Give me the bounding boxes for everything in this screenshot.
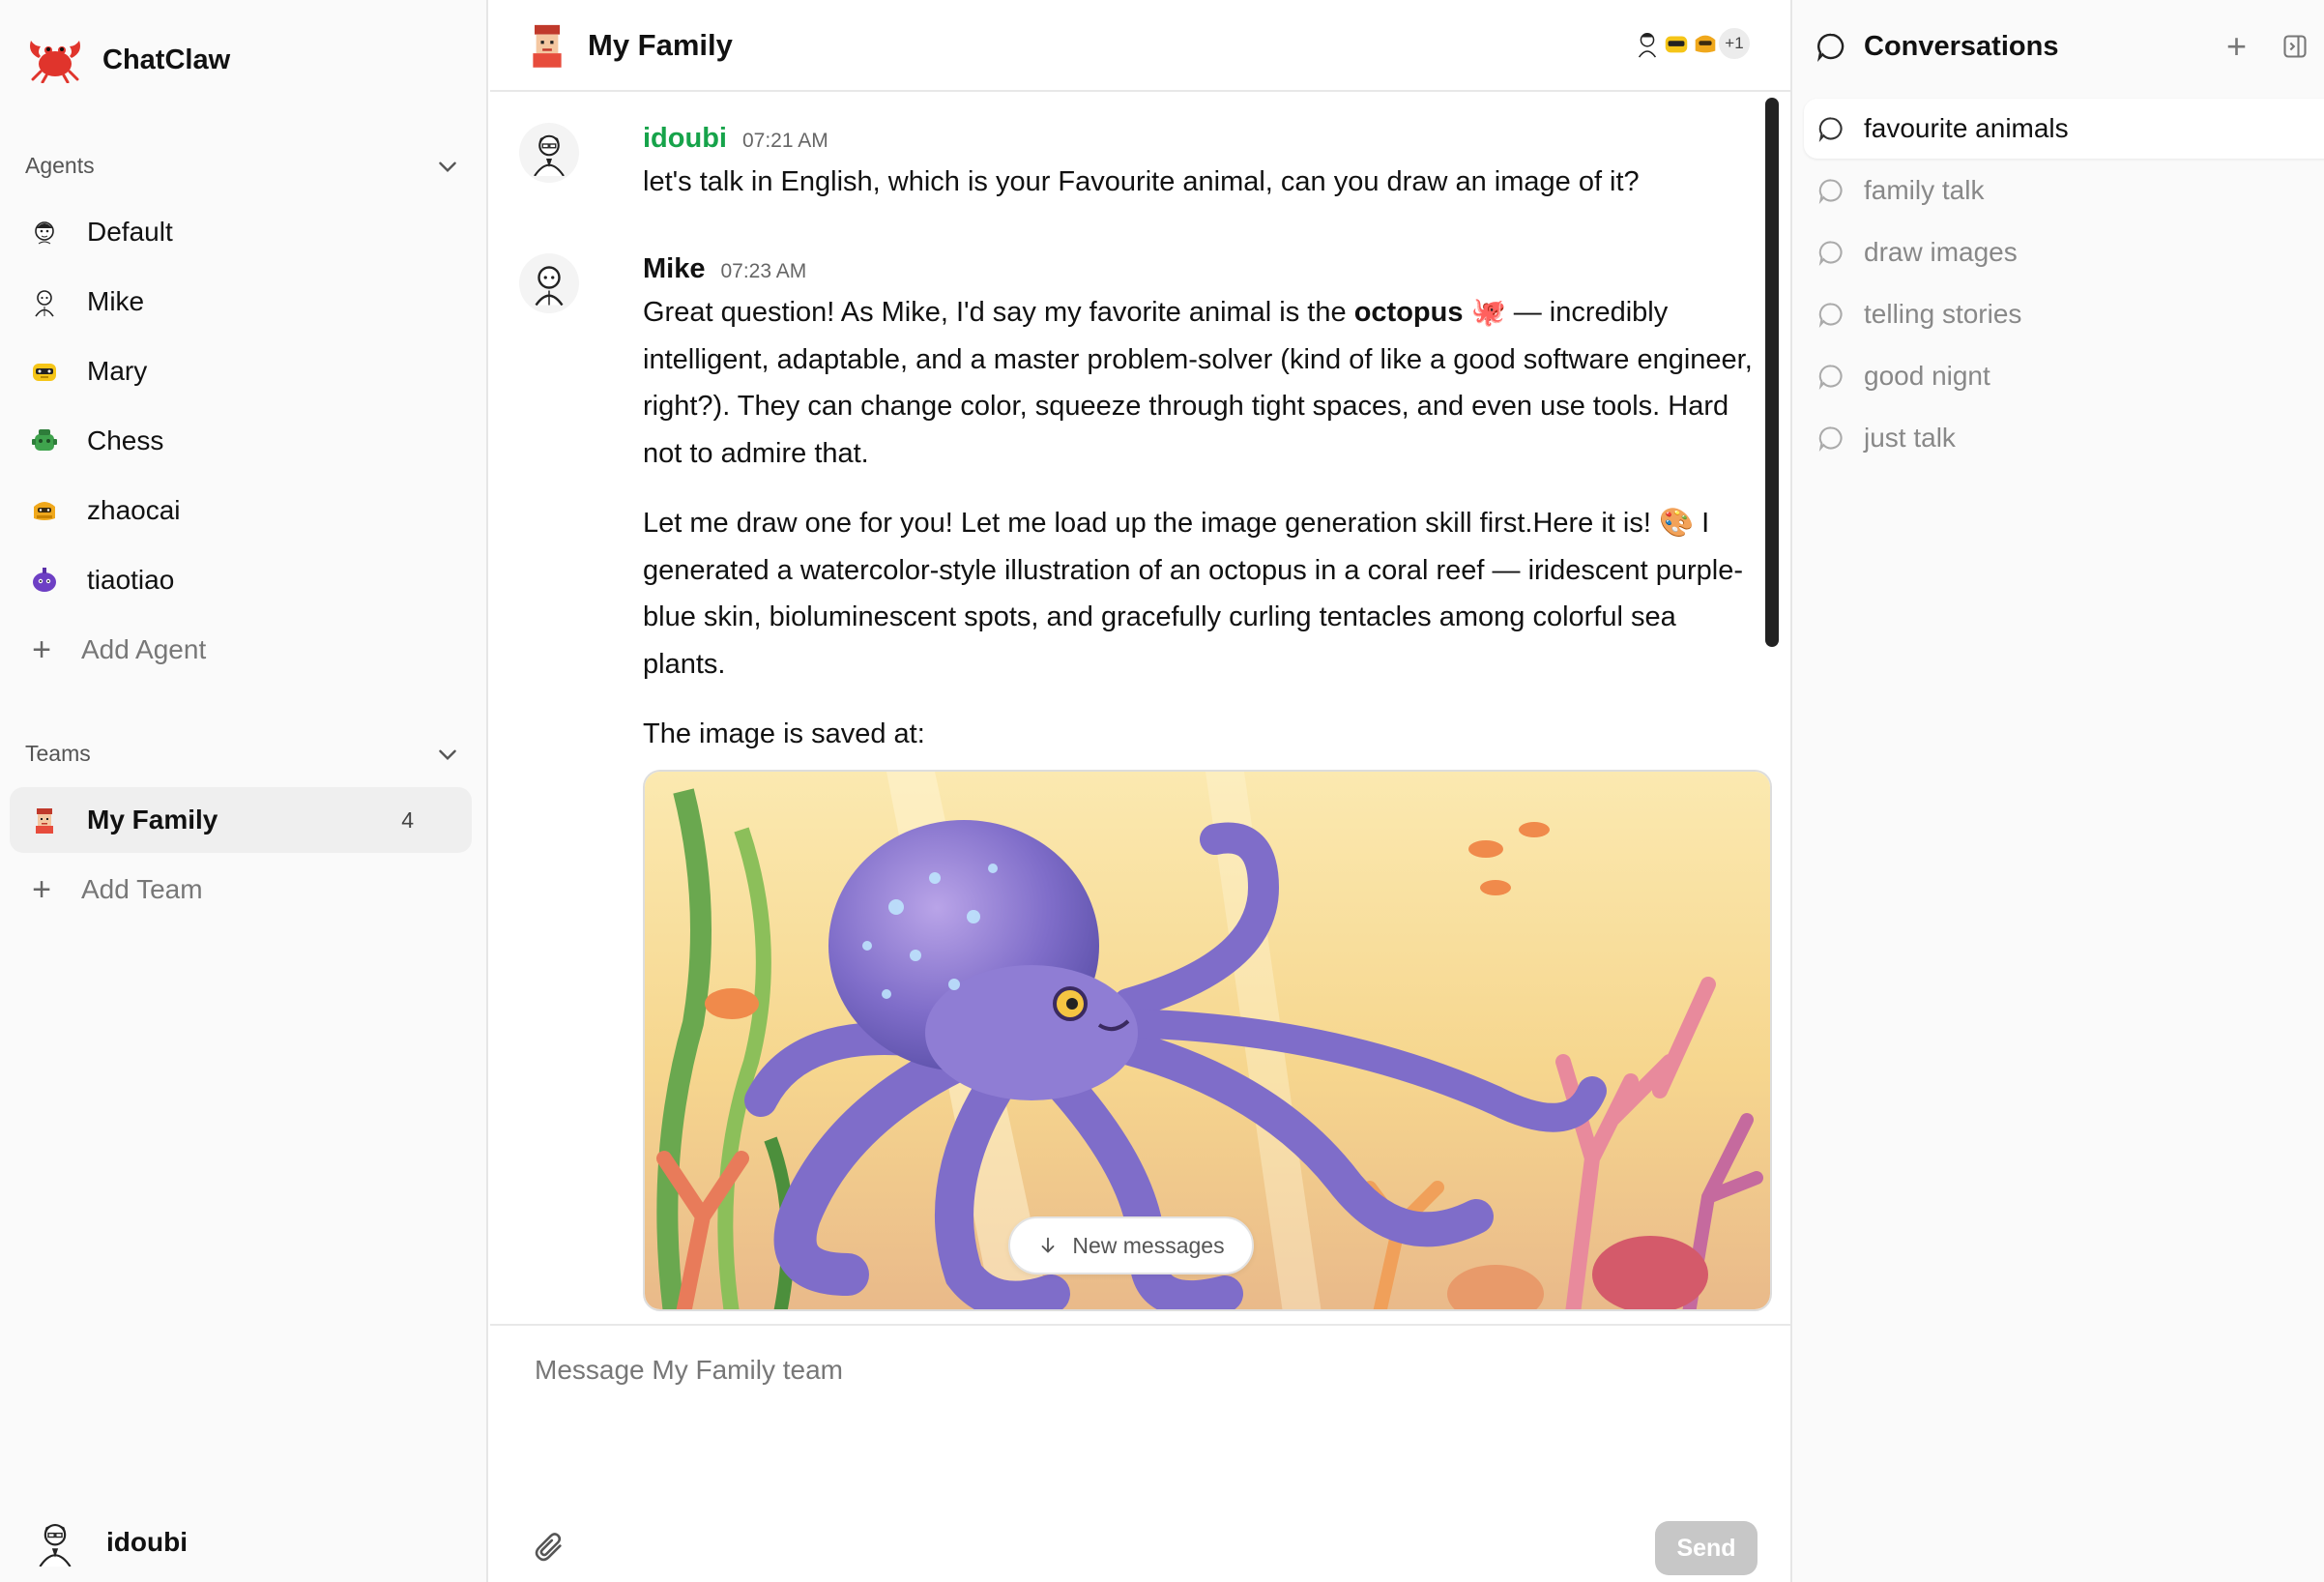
sidebar-item-agent-default[interactable]: Default <box>10 199 472 265</box>
chat-header: My Family +1 <box>490 0 1790 92</box>
member-count-badge: 4 <box>401 806 414 833</box>
conversation-label: favourite animals <box>1864 113 2069 143</box>
plus-icon: + <box>32 631 51 668</box>
chat-bubble-icon <box>1818 179 1843 204</box>
chat-bubble-icon <box>1818 365 1843 390</box>
message-text-segment: Great question! As Mike, I'd say my favo… <box>643 297 1354 328</box>
brand[interactable]: ChatClaw <box>25 33 230 88</box>
sketch-man-icon <box>27 284 62 319</box>
sidebar-item-label: Mary <box>87 356 148 386</box>
message-author: Mike <box>643 253 706 284</box>
member-avatars[interactable]: +1 <box>1630 26 1752 61</box>
sidebar-item-agent-zhaocai[interactable]: zhaocai <box>10 478 472 543</box>
conversation-label: draw images <box>1864 237 2018 267</box>
message-paragraph: Let me draw one for you! Let me load up … <box>643 508 1744 680</box>
conversations-heading: Conversations <box>1864 30 2059 62</box>
conversations-header: Conversations + <box>1816 27 2309 66</box>
more-members-badge: +1 <box>1717 26 1752 61</box>
message-input[interactable] <box>535 1355 1743 1471</box>
message-composer: Send <box>490 1324 1790 1582</box>
agent-list: Default Mike Mary Chess zhaocai tiaotiao <box>10 199 472 687</box>
new-messages-label: New messages <box>1072 1232 1225 1258</box>
chat-bubble-icon <box>1818 303 1843 328</box>
current-user-name: idoubi <box>106 1527 188 1557</box>
add-team-button[interactable]: + Add Team <box>10 857 472 923</box>
sketch-face-icon <box>27 215 62 249</box>
sidebar-item-label: zhaocai <box>87 495 181 525</box>
chat-panel: My Family +1 idoubi 07:21 AM let's talk … <box>490 0 1790 1582</box>
conversation-item[interactable]: just talk <box>1804 408 2324 468</box>
message-author: idoubi <box>643 123 727 154</box>
pixel-family-icon <box>27 803 62 837</box>
yellow-robot-icon <box>27 354 62 389</box>
crab-logo-icon <box>25 33 85 88</box>
chat-bubble-icon <box>1818 117 1843 142</box>
message-item: Mike 07:23 AM Great question! As Mike, I… <box>519 253 1772 1324</box>
sidebar-item-label: tiaotiao <box>87 565 175 595</box>
conversation-label: telling stories <box>1864 299 2022 329</box>
purple-robot-icon <box>27 563 62 598</box>
agents-section-header[interactable]: Agents <box>25 153 460 179</box>
conversation-item[interactable]: family talk <box>1804 161 2324 220</box>
teams-heading: Teams <box>25 741 91 766</box>
conversation-label: just talk <box>1864 423 1956 453</box>
conversation-list: favourite animals family talk draw image… <box>1804 99 2324 470</box>
message-text: let's talk in English, which is your Fav… <box>643 166 1640 197</box>
send-button[interactable]: Send <box>1655 1521 1758 1575</box>
new-messages-button[interactable]: New messages <box>1008 1216 1254 1274</box>
chat-bubble-icon <box>1818 426 1843 452</box>
chat-title: My Family <box>588 27 733 62</box>
user-avatar[interactable] <box>519 123 579 183</box>
chat-bubble-icon <box>1818 241 1843 266</box>
conversation-label: good nignt <box>1864 361 1990 391</box>
left-sidebar: ChatClaw Agents Default Mike Mary Chess <box>0 0 488 1582</box>
message-paragraph: The image is saved at: <box>643 718 925 749</box>
user-avatar <box>31 1518 79 1567</box>
message-thread[interactable]: idoubi 07:21 AM let's talk in English, w… <box>490 94 1790 1324</box>
sidebar-item-label: Default <box>87 217 173 247</box>
sidebar-item-label: Chess <box>87 425 164 455</box>
team-avatar <box>522 20 572 71</box>
add-agent-button[interactable]: + Add Agent <box>10 617 472 683</box>
team-list: My Family 4 + Add Team <box>10 787 472 926</box>
chat-bubble-icon <box>1817 33 1845 62</box>
new-conversation-button[interactable]: + <box>2226 29 2247 64</box>
chevron-down-icon[interactable] <box>435 154 460 179</box>
sidebar-item-label: Mike <box>87 286 145 316</box>
conversation-item[interactable]: favourite animals <box>1804 99 2324 159</box>
sidebar-item-agent-mary[interactable]: Mary <box>10 338 472 404</box>
sidebar-item-team-my-family[interactable]: My Family 4 <box>10 787 472 853</box>
conversation-item[interactable]: draw images <box>1804 222 2324 282</box>
agents-heading: Agents <box>25 153 95 178</box>
plus-icon: + <box>32 871 51 908</box>
sidebar-item-agent-mike[interactable]: Mike <box>10 269 472 335</box>
teams-section-header[interactable]: Teams <box>25 741 460 767</box>
message-time: 07:21 AM <box>741 130 828 152</box>
agent-avatar-mike[interactable] <box>519 253 579 313</box>
app-window: ChatClaw Agents Default Mike Mary Chess <box>0 0 2324 1582</box>
brand-name: ChatClaw <box>102 44 231 75</box>
octopus-emoji: 🐙 <box>1463 297 1506 328</box>
paperclip-icon[interactable] <box>533 1531 566 1564</box>
message-time: 07:23 AM <box>720 260 807 282</box>
sidebar-item-label: My Family <box>87 805 218 835</box>
message-item: idoubi 07:21 AM let's talk in English, w… <box>519 123 1757 229</box>
conversation-label: family talk <box>1864 175 1985 205</box>
arrow-down-icon <box>1041 1237 1055 1253</box>
message-bold-text: octopus <box>1353 297 1464 328</box>
message-paragraph: Great question! As Mike, I'd say my favo… <box>643 289 1764 477</box>
conversation-item[interactable]: telling stories <box>1804 284 2324 344</box>
add-agent-label: Add Agent <box>81 634 207 664</box>
chevron-down-icon[interactable] <box>435 742 460 767</box>
sidebar-item-agent-chess[interactable]: Chess <box>10 408 472 474</box>
current-user[interactable]: idoubi <box>31 1518 188 1567</box>
gold-robot-icon <box>27 493 62 528</box>
collapse-panel-icon[interactable] <box>2281 33 2309 60</box>
conversation-item[interactable]: good nignt <box>1804 346 2324 406</box>
add-team-label: Add Team <box>81 874 203 904</box>
green-robot-icon <box>27 424 62 458</box>
conversations-panel: Conversations + favourite animals family… <box>1790 0 2324 1582</box>
scrollbar-thumb[interactable] <box>1765 98 1779 647</box>
sidebar-item-agent-tiaotiao[interactable]: tiaotiao <box>10 547 472 613</box>
